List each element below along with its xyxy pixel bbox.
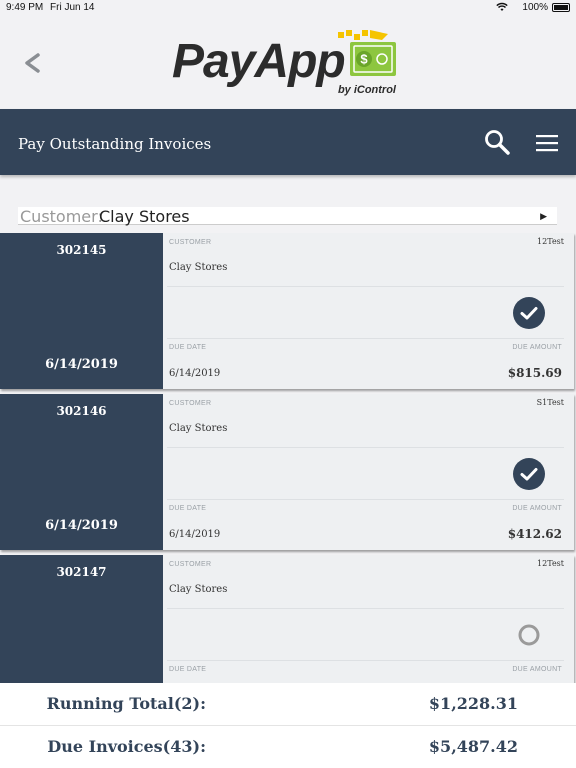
menu-button[interactable]: [535, 132, 559, 154]
divider: [167, 499, 564, 500]
unchecked-checkbox-icon[interactable]: [512, 618, 546, 652]
invoice-amount: $815.69: [507, 366, 562, 380]
invoice-due-date: 6/14/2019: [169, 368, 221, 379]
divider: [167, 608, 564, 609]
due-date-label: DUE DATE: [169, 344, 207, 351]
invoice-type: 12Test: [537, 237, 564, 246]
invoice-card[interactable]: 302146 6/14/2019 CUSTOMER S1Test Clay St…: [0, 394, 574, 550]
divider: [167, 660, 564, 661]
status-bar: 9:49 PM Fri Jun 14 100%: [0, 0, 576, 16]
due-invoices-value: $5,487.42: [428, 737, 518, 756]
back-button[interactable]: [20, 48, 48, 78]
invoice-summary-panel: 302147: [0, 555, 163, 683]
invoice-summary-panel: 302145 6/14/2019: [0, 233, 163, 389]
invoice-date: 6/14/2019: [45, 357, 118, 372]
status-date: Fri Jun 14: [50, 2, 95, 13]
invoice-card[interactable]: 302145 6/14/2019 CUSTOMER 12Test Clay St…: [0, 233, 574, 389]
invoice-list[interactable]: 302145 6/14/2019 CUSTOMER 12Test Clay St…: [0, 233, 576, 683]
due-date-label: DUE DATE: [169, 666, 207, 673]
customer-selector-value: Clay Stores: [99, 207, 190, 226]
invoice-customer: Clay Stores: [169, 423, 228, 434]
invoice-details: CUSTOMER 12Test Clay Stores DUE DATE DUE…: [163, 233, 574, 389]
customer-label: CUSTOMER: [169, 400, 212, 407]
logo-byline: by iControl: [337, 84, 396, 96]
due-amount-label: DUE AMOUNT: [512, 505, 562, 512]
due-date-label: DUE DATE: [169, 505, 207, 512]
search-icon: [485, 130, 510, 155]
due-amount-label: DUE AMOUNT: [512, 666, 562, 673]
battery-percent: 100%: [522, 2, 548, 13]
invoice-type: S1Test: [536, 398, 564, 407]
page-title: Pay Outstanding Invoices: [18, 135, 212, 153]
invoice-customer: Clay Stores: [169, 262, 228, 273]
wifi-icon: [496, 2, 508, 15]
running-total-row: Running Total(2): $1,228.31: [0, 683, 576, 725]
search-button[interactable]: [483, 128, 511, 156]
invoice-details: CUSTOMER S1Test Clay Stores DUE DATE DUE…: [163, 394, 574, 550]
checked-checkbox-icon[interactable]: [512, 296, 546, 330]
customer-selector-label: Customer:: [20, 207, 103, 226]
due-invoices-row: Due Invoices(43): $5,487.42: [0, 726, 576, 768]
customer-label: CUSTOMER: [169, 239, 212, 246]
hamburger-menu-icon: [536, 135, 558, 152]
due-amount-label: DUE AMOUNT: [512, 344, 562, 351]
customer-selector[interactable]: Customer: Clay Stores ▶: [18, 207, 557, 226]
running-total-label: Running Total(2):: [46, 694, 206, 713]
divider: [167, 286, 564, 287]
customer-label: CUSTOMER: [169, 561, 212, 568]
checked-checkbox-icon[interactable]: [512, 457, 546, 491]
totals-panel: Running Total(2): $1,228.31 Due Invoices…: [0, 683, 576, 768]
invoice-due-date: 6/14/2019: [169, 529, 221, 540]
divider: [167, 338, 564, 339]
divider: [167, 447, 564, 448]
due-invoices-label: Due Invoices(43):: [47, 737, 206, 756]
invoice-number: 302145: [56, 243, 107, 257]
invoice-summary-panel: 302146 6/14/2019: [0, 394, 163, 550]
dropdown-arrow-icon: ▶: [540, 211, 547, 221]
chevron-left-icon: [25, 53, 40, 73]
dollar-bill-icon: $: [338, 30, 396, 76]
svg-text:$: $: [360, 52, 368, 67]
status-time: 9:49 PM: [6, 2, 44, 13]
logo-text: PayApp: [172, 35, 346, 88]
invoice-details: CUSTOMER 12Test Clay Stores DUE DATE DUE…: [163, 555, 574, 683]
invoice-amount: $412.62: [507, 527, 562, 541]
invoice-date: 6/14/2019: [45, 518, 118, 533]
payapp-logo: PayApp $ by iControl: [168, 20, 404, 102]
invoice-number: 302147: [56, 565, 107, 579]
invoice-card[interactable]: 302147 CUSTOMER 12Test Clay Stores DUE D…: [0, 555, 574, 683]
invoice-customer: Clay Stores: [169, 584, 228, 595]
invoice-number: 302146: [56, 404, 107, 418]
invoice-type: 12Test: [537, 559, 564, 568]
battery-icon: [552, 3, 570, 12]
running-total-value: $1,228.31: [428, 694, 518, 713]
